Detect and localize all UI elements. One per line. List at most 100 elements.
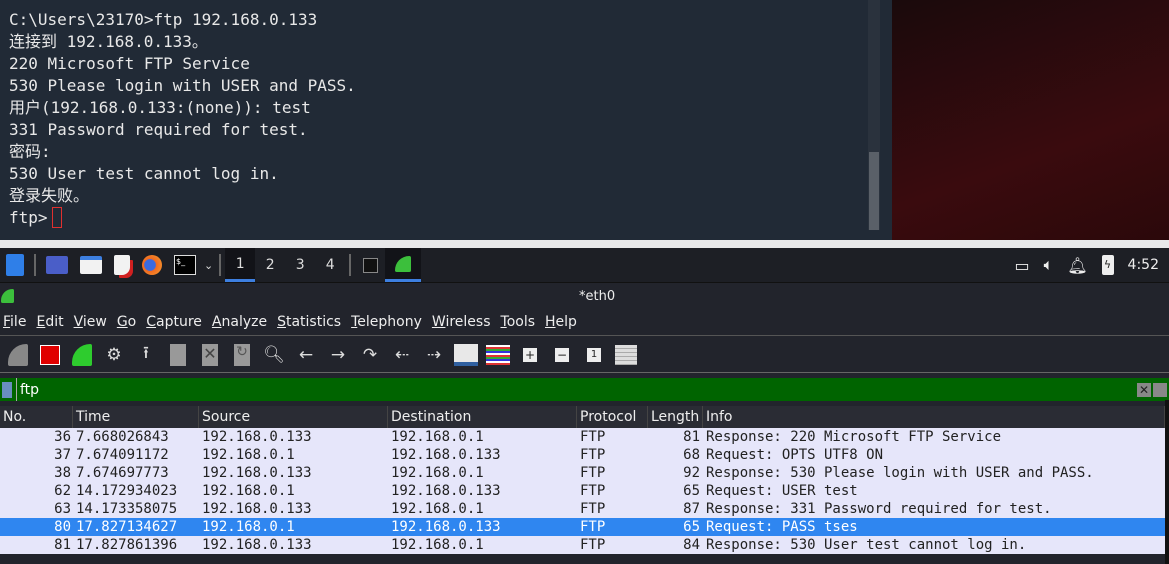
column-destination[interactable]: Destination (388, 406, 577, 428)
packet-protocol: FTP (580, 537, 606, 553)
workspace-2[interactable]: 2 (255, 248, 285, 282)
volume-icon[interactable]: 🔈︎ (1044, 255, 1054, 275)
terminal-line: 331 Password required for test. (9, 120, 308, 139)
packet-row[interactable]: 81 17.827861396 192.168.0.133 192.168.0.1 FT… (0, 536, 1165, 554)
clear-filter-icon[interactable]: ✕ (1137, 382, 1151, 397)
display-icon[interactable]: ▭ (1015, 256, 1030, 275)
terminal-scrollbar[interactable] (868, 0, 880, 230)
firefox-icon[interactable] (136, 248, 168, 282)
packet-source: 192.168.0.1 (202, 447, 295, 463)
menu-capture[interactable]: Capture (143, 310, 209, 335)
packet-info: Response: 530 Please login with USER and… (706, 465, 1094, 481)
packet-row[interactable]: 36 7.668026843 192.168.0.133 192.168.0.1 FTP… (0, 428, 1165, 446)
window-border (1165, 400, 1169, 564)
packet-length: 92 (683, 465, 700, 481)
bell-icon[interactable]: 🔔︎ (1067, 256, 1087, 275)
menu-go[interactable]: Go (114, 310, 143, 335)
packet-source: 192.168.0.1 (202, 483, 295, 499)
packet-info: Response: 530 User test cannot log in. (706, 537, 1027, 553)
packet-row[interactable]: 63 14.173358075 192.168.0.133 192.168.0.1 FT… (0, 500, 1165, 518)
terminal-line: 登录失败。 (9, 186, 90, 205)
colorize-icon[interactable] (482, 340, 514, 370)
display-filter-input[interactable] (16, 378, 1137, 401)
menu-help[interactable]: Help (542, 310, 584, 335)
first-packet-icon[interactable]: ⇠ (386, 340, 418, 370)
system-tray: ▭ 🔈︎ 🔔︎ ϟ 4:52 (1015, 248, 1169, 282)
packet-protocol: FTP (580, 519, 606, 535)
packet-row[interactable]: 80 17.827134627 192.168.0.1 192.168.0.133 FT… (0, 518, 1165, 536)
menu-view[interactable]: View (71, 310, 114, 335)
text-editor-icon[interactable] (108, 248, 136, 282)
terminal-window-icon[interactable] (355, 248, 385, 282)
terminal-scrollbar-thumb[interactable] (869, 152, 879, 230)
workspace-1[interactable]: 1 (225, 248, 256, 282)
column-source[interactable]: Source (199, 406, 388, 428)
go-back-icon[interactable]: ← (290, 340, 322, 370)
packet-info: Request: OPTS UTF8 ON (706, 447, 884, 463)
apply-filter-icon[interactable] (1153, 382, 1167, 397)
wireshark-logo-icon (1, 289, 14, 303)
menu-edit[interactable]: Edit (33, 310, 70, 335)
battery-icon[interactable]: ϟ (1101, 255, 1114, 275)
wireshark-titlebar[interactable]: *eth0 (0, 282, 1169, 310)
packet-no: 62 (54, 483, 71, 499)
packet-time: 7.668026843 (76, 429, 169, 445)
menu-analyze[interactable]: Analyze (209, 310, 274, 335)
clock[interactable]: 4:52 (1128, 257, 1159, 273)
column-no[interactable]: No. (0, 406, 73, 428)
packet-protocol: FTP (580, 447, 606, 463)
restart-capture-icon[interactable] (66, 340, 98, 370)
find-packet-icon[interactable]: 🔍︎ (258, 340, 290, 370)
menu-file[interactable]: File (0, 310, 33, 335)
packet-destination: 192.168.0.133 (391, 483, 501, 499)
column-info[interactable]: Info (703, 406, 1165, 428)
column-time[interactable]: Time (73, 406, 199, 428)
stop-capture-icon[interactable] (34, 340, 66, 370)
start-capture-icon[interactable] (2, 340, 34, 370)
workspace-4[interactable]: 4 (315, 248, 345, 282)
capture-options-icon[interactable]: ⚙ (98, 340, 130, 370)
terminal[interactable]: C:\Users\23170>ftp 192.168.0.133 连接到 192… (0, 0, 892, 240)
bookmark-icon[interactable] (2, 381, 12, 398)
terminal-cursor (51, 207, 62, 228)
zoom-in-icon[interactable]: + (514, 340, 546, 370)
packet-protocol: FTP (580, 483, 606, 499)
packet-destination: 192.168.0.1 (391, 465, 484, 481)
save-file-icon[interactable] (162, 340, 194, 370)
menu-telephony[interactable]: Telephony (348, 310, 429, 335)
packet-row[interactable]: 38 7.674697773 192.168.0.133 192.168.0.1 FTP… (0, 464, 1165, 482)
packet-list-header: No. Time Source Destination Protocol Len… (0, 406, 1165, 428)
terminal-line: 密码: (9, 142, 51, 161)
terminal-prompt: ftp> (9, 208, 48, 227)
workspace-3[interactable]: 3 (285, 248, 315, 282)
menu-tools[interactable]: Tools (498, 310, 543, 335)
desktop-icon[interactable] (40, 248, 74, 282)
go-forward-icon[interactable]: → (322, 340, 354, 370)
packet-no: 80 (54, 519, 71, 535)
column-protocol[interactable]: Protocol (577, 406, 648, 428)
last-packet-icon[interactable]: ⇢ (418, 340, 450, 370)
menu-wireless[interactable]: Wireless (429, 310, 498, 335)
menu-statistics[interactable]: Statistics (274, 310, 348, 335)
open-file-icon[interactable]: ⭱ (130, 340, 162, 370)
normal-size-icon[interactable]: 1 (578, 340, 610, 370)
packet-row[interactable]: 37 7.674091172 192.168.0.1 192.168.0.133 FTP… (0, 446, 1165, 464)
terminal-prompt-line[interactable]: ftp> (9, 207, 883, 229)
autoscroll-icon[interactable] (450, 340, 482, 370)
chevron-down-icon[interactable]: ⌄ (202, 248, 215, 282)
wireshark-window-icon[interactable] (385, 248, 422, 282)
kali-menu-icon[interactable] (0, 248, 30, 282)
column-length[interactable]: Length (648, 406, 703, 428)
go-to-packet-icon[interactable]: ↷ (354, 340, 386, 370)
packet-info: Response: 331 Password required for test… (706, 501, 1052, 517)
packet-row[interactable]: 62 14.172934023 192.168.0.1 192.168.0.133 FT… (0, 482, 1165, 500)
zoom-out-icon[interactable]: − (546, 340, 578, 370)
packet-info: Request: PASS tses (706, 519, 858, 535)
terminal-icon[interactable]: $_ (168, 248, 202, 282)
file-manager-icon[interactable] (74, 248, 108, 282)
close-file-icon[interactable]: ✕ (194, 340, 226, 370)
packet-info: Request: USER test (706, 483, 858, 499)
resize-columns-icon[interactable] (610, 340, 642, 370)
reload-file-icon[interactable]: ↻ (226, 340, 258, 370)
packet-destination: 192.168.0.1 (391, 537, 484, 553)
